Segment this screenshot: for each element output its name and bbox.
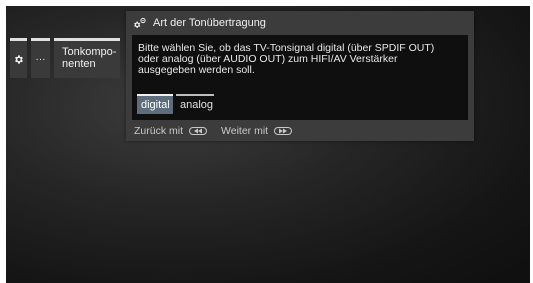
dialog-title: Art der Tonübertragung xyxy=(153,17,266,29)
tv-screen: ··· Tonkompo- nenten Art der Tonübertrag… xyxy=(6,6,530,283)
breadcrumb-settings[interactable] xyxy=(10,38,27,78)
option-digital[interactable]: digital xyxy=(137,94,173,114)
fast-forward-button-icon xyxy=(274,127,293,135)
back-label: Zurück mit xyxy=(134,125,184,137)
option-analog[interactable]: analog xyxy=(176,94,214,114)
next-label: Weiter mit xyxy=(221,125,269,137)
settings-gears-icon xyxy=(133,17,147,30)
breadcrumb-tonkomponenten[interactable]: Tonkompo- nenten xyxy=(54,38,120,78)
next-hint[interactable]: Weiter mit xyxy=(221,125,293,137)
dialog-body: Bitte wählen Sie, ob das TV-Tonsignal di… xyxy=(132,35,468,120)
dialog-header: Art der Tonübertragung xyxy=(126,11,474,35)
dialog-footer: Zurück mit Weiter mit xyxy=(134,124,293,138)
rewind-button-icon xyxy=(189,127,208,135)
breadcrumb-more-label: ··· xyxy=(35,54,46,65)
breadcrumb-label-line1: Tonkompo- xyxy=(62,46,117,58)
dialog-message: Bitte wählen Sie, ob das TV-Tonsignal di… xyxy=(138,42,435,76)
breadcrumb-label-line2: nenten xyxy=(62,58,96,70)
breadcrumb-more[interactable]: ··· xyxy=(31,38,50,78)
back-hint[interactable]: Zurück mit xyxy=(134,125,208,137)
option-digital-label: digital xyxy=(141,99,170,111)
audio-output-dialog: Art der Tonübertragung Bitte wählen Sie,… xyxy=(126,11,474,141)
option-analog-label: analog xyxy=(180,99,214,111)
gear-icon xyxy=(15,55,23,64)
